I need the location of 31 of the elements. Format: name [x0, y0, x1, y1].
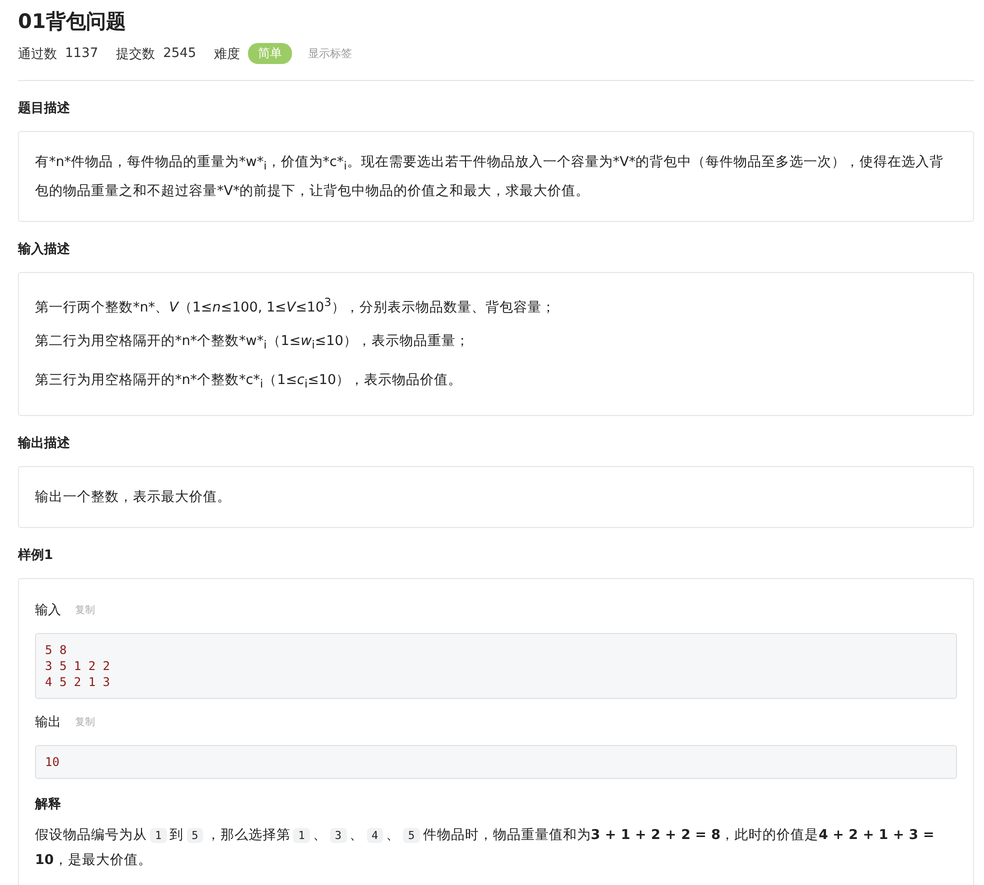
- inline-code: 5: [403, 828, 420, 843]
- stat-label: 通过数: [18, 46, 57, 62]
- paragraph: 第三行为用空格隔开的*n*个整数*c*$_{i}$（1≤c$_{i}$≤10），表示物品价值。: [35, 370, 464, 393]
- paragraph: 输出一个整数，表示最大价值。: [35, 488, 232, 507]
- inline-code: 3: [330, 828, 346, 843]
- inline-code: 1: [150, 828, 167, 843]
- sample-label: 输入: [35, 602, 61, 619]
- inline-code: 1: [293, 828, 310, 843]
- paragraph: 第一行两个整数*n*、V（1≤n≤100, 1≤V≤10$^{3}$），分别表示物品数量、背包容量；: [35, 294, 556, 318]
- section-heading: 题目描述: [18, 100, 71, 117]
- explanation-heading: 解释: [35, 796, 62, 813]
- section-heading: 输入描述: [18, 240, 71, 258]
- inline-code: 5: [186, 828, 204, 843]
- copy-button[interactable]: 复制: [75, 714, 95, 729]
- inline-code: 4: [366, 828, 384, 843]
- code-block: 10: [35, 744, 957, 779]
- stat-value: 1137: [65, 46, 98, 61]
- section-heading: 输出描述: [18, 434, 71, 452]
- copy-button[interactable]: 复制: [75, 602, 95, 617]
- paragraph: 第二行为用空格隔开的*n*个整数*w*$_{i}$（1≤w$_{i}$≤10），表示物品重量；: [35, 332, 470, 354]
- explanation-paragraph: 假设物品编号为从 1 到 5 ，那么选择第 1 、 3 、 4 、 5 件物品时，物品重量值和为3 + 1 + 2 + 2 = 8，此时的价值是4 + 2 + 1 + 3 = 10，是最大价值。: [35, 826, 936, 870]
- difficulty-label: 难度: [214, 46, 240, 62]
- difficulty-badge: 简单: [248, 43, 292, 64]
- paragraph: 有*n*件物品，每件物品的重量为*w*$_{i}$，价值为*c*$_{i}$。现在需要选出若干件物品放入一个容量为*V*的背包中（每件物品至多选一次），使得在选入背包的物品重量之和不超过容量*V*的前提下，让背包中物品的价值之和最大，求最大价值。: [35, 153, 945, 201]
- sample-label: 输出: [35, 714, 61, 731]
- problem-title: 01背包问题: [18, 8, 127, 35]
- code-block: 5 8 3 5 1 2 2 4 5 2 1 3: [35, 632, 957, 699]
- stat-value: 2545: [163, 46, 196, 61]
- section-heading: 样例1: [18, 546, 54, 564]
- show-tags-link[interactable]: 显示标签: [308, 46, 352, 61]
- stat-label: 提交数: [116, 46, 156, 62]
